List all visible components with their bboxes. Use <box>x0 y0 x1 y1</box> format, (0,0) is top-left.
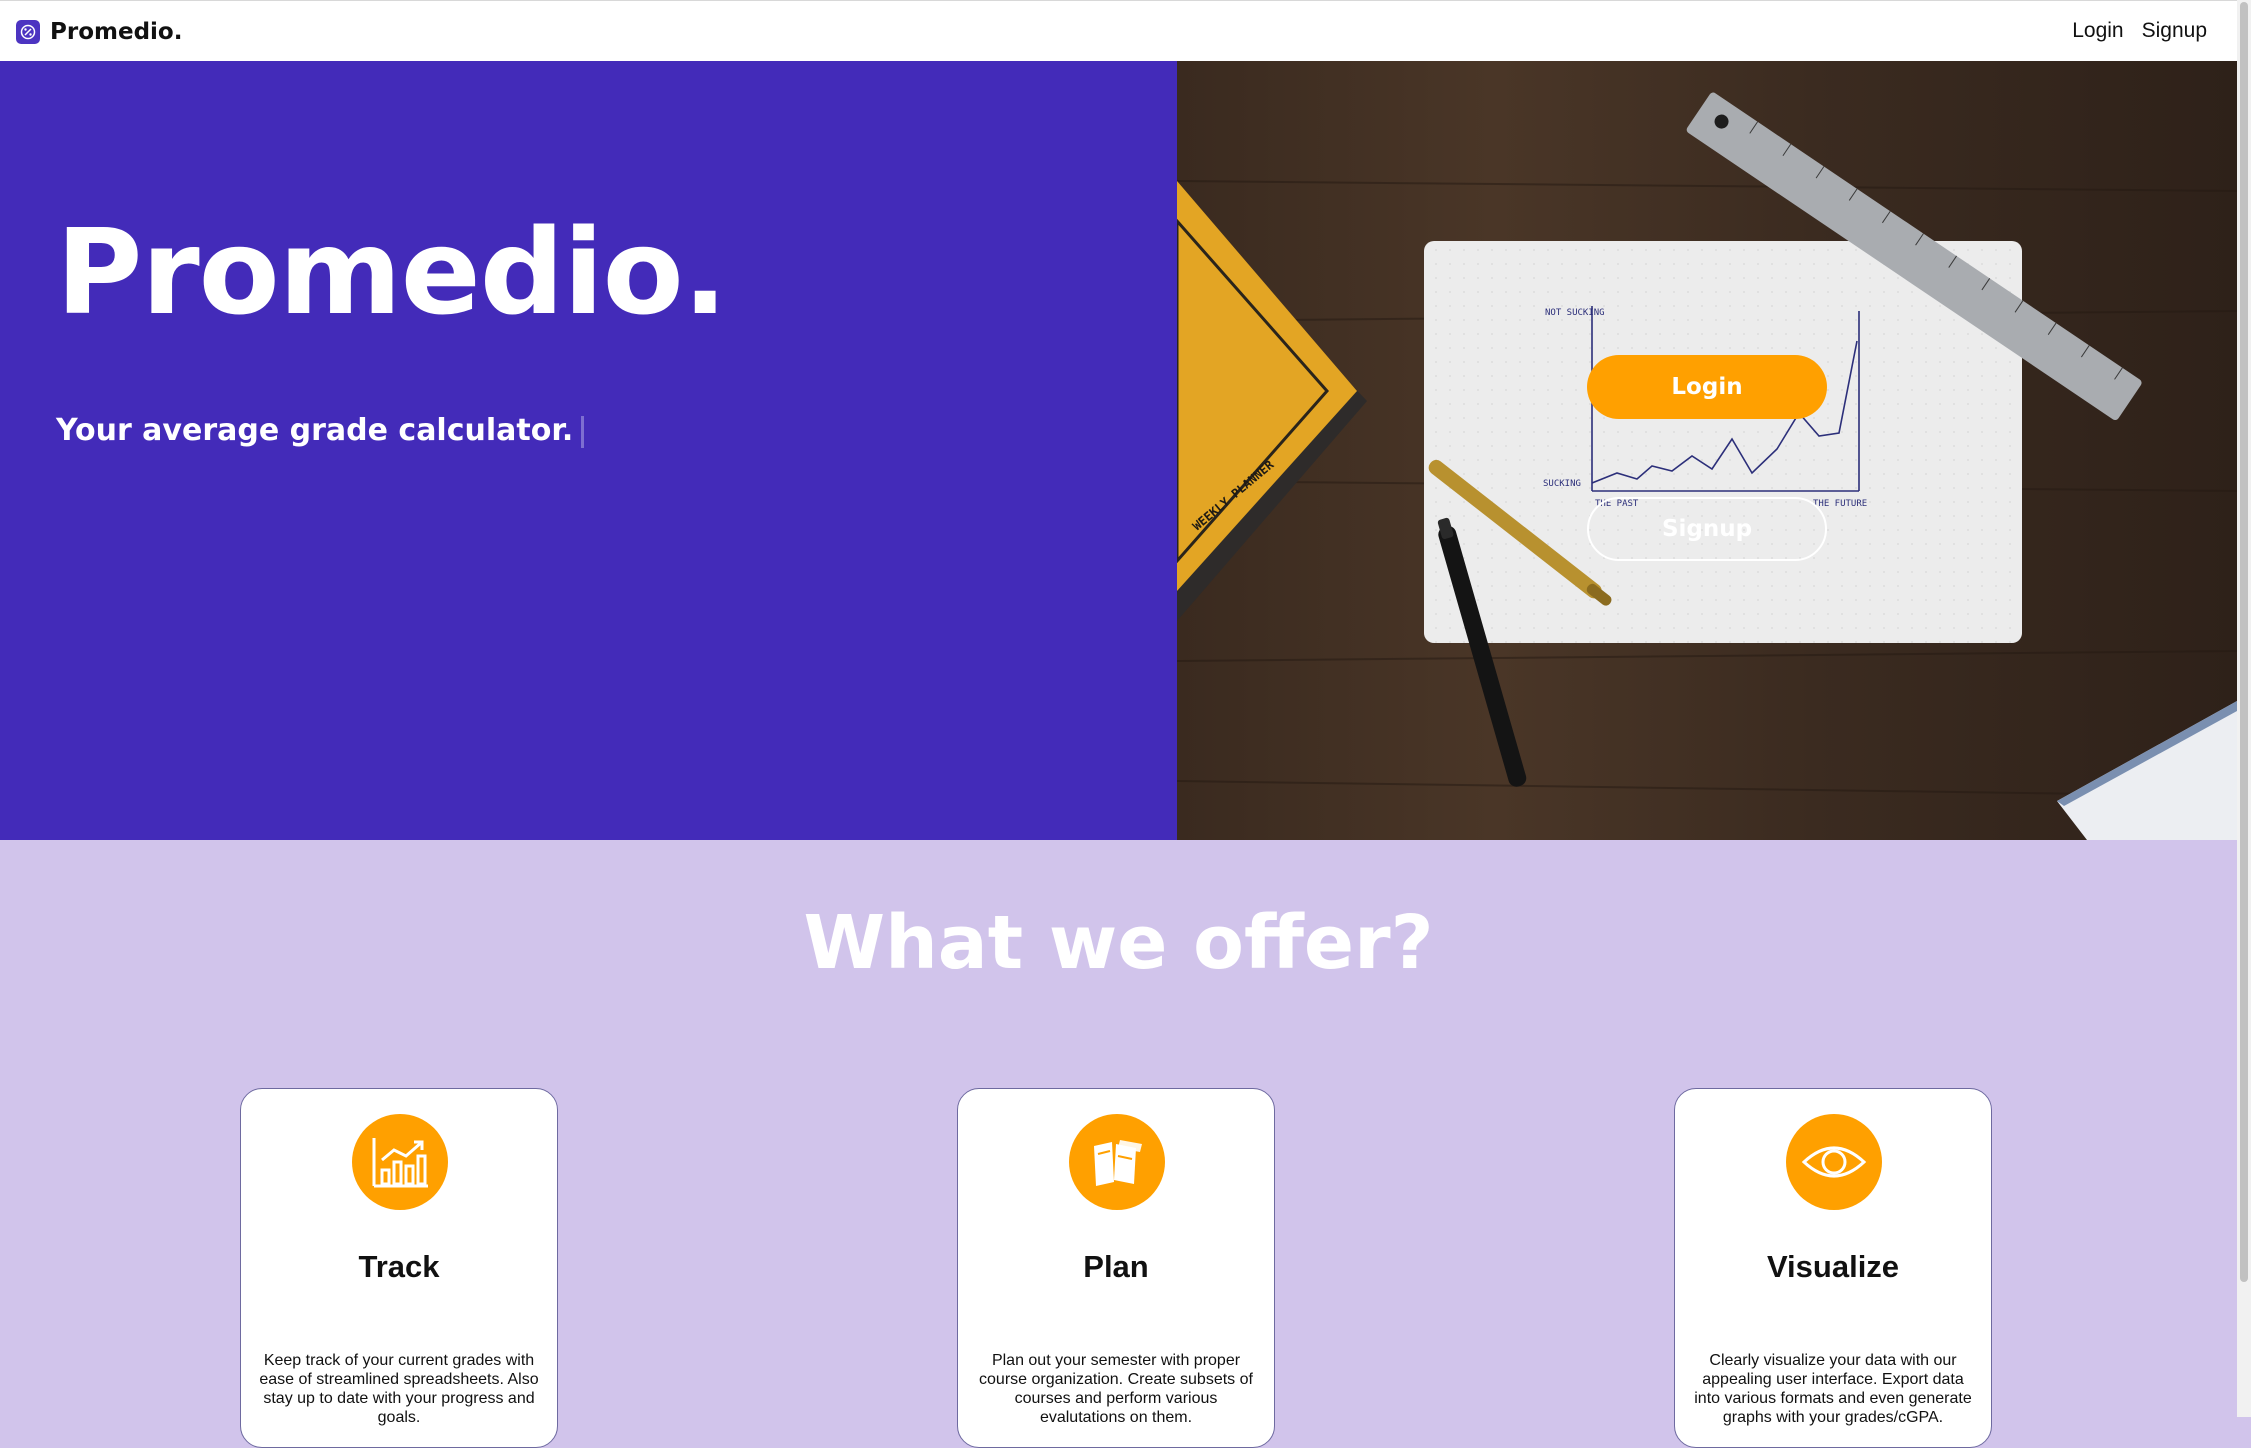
hero-title: Promedio. <box>56 203 728 341</box>
offer-card-title: Plan <box>1083 1249 1149 1284</box>
chart-label-sucking: SUCKING <box>1543 479 1581 489</box>
hero-login-button[interactable]: Login <box>1587 355 1827 419</box>
nav-links: Login Signup <box>2072 19 2207 43</box>
chart-label-not-sucking: NOT SUCKING <box>1545 308 1605 318</box>
desk-photo: WEEKLY PLANNER NOT SUCKING SUCKING THE P… <box>1177 61 2237 840</box>
chart-label-the-future: THE FUTURE <box>1813 499 1867 509</box>
offer-card-title: Visualize <box>1766 1249 1900 1284</box>
offer-section-title: What we offer? <box>803 900 1434 986</box>
hero-tagline-text: Your average grade calculator. <box>56 413 574 448</box>
offer-card-text: Plan out your semester with proper cours… <box>979 1352 1253 1426</box>
eye-icon <box>1786 1114 1882 1210</box>
brand[interactable]: Promedio. <box>16 19 182 45</box>
offer-card-track: Track Keep track of your current grades … <box>240 1088 558 1448</box>
brand-name: Promedio. <box>50 19 183 45</box>
scrollbar-thumb[interactable] <box>2240 2 2248 1282</box>
typing-caret <box>581 415 585 448</box>
hero-panel: Promedio. Your average grade calculator. <box>0 61 1177 840</box>
offer-card-title: Track <box>358 1249 440 1284</box>
books-icon <box>1069 1114 1165 1210</box>
percent-logo-icon <box>16 20 40 44</box>
offer-card-text: Clearly visualize your data with our app… <box>1694 1352 1972 1426</box>
top-navbar: Promedio. Login Signup <box>0 0 2237 61</box>
bar-chart-icon <box>352 1114 448 1210</box>
hero-image: WEEKLY PLANNER NOT SUCKING SUCKING THE P… <box>1177 61 2237 840</box>
offer-card-plan: Plan Plan out your semester with proper … <box>957 1088 1275 1448</box>
offer-card-visualize: Visualize Clearly visualize your data wi… <box>1674 1088 1992 1448</box>
offer-card-text: Keep track of your current grades with e… <box>259 1352 539 1426</box>
hero-tagline: Your average grade calculator. <box>56 413 585 448</box>
page-scrollbar[interactable] <box>2237 0 2251 1417</box>
nav-signup-link[interactable]: Signup <box>2142 19 2207 43</box>
hero-signup-button[interactable]: Signup <box>1587 497 1827 561</box>
nav-login-link[interactable]: Login <box>2072 19 2123 43</box>
